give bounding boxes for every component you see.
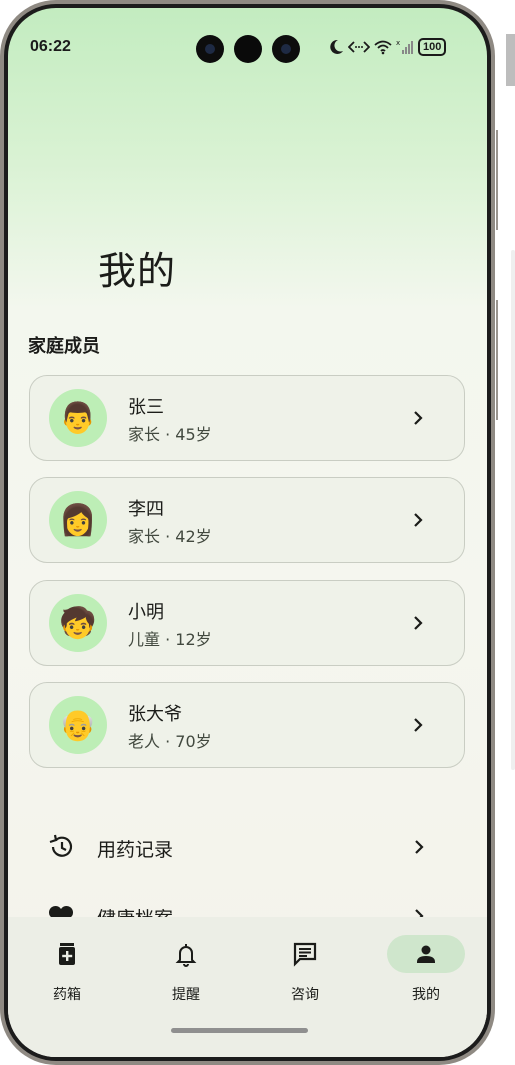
- nav-tab-mine[interactable]: 我的: [387, 932, 467, 1003]
- status-time: 06:22: [30, 38, 71, 55]
- nav-label: 药箱: [53, 987, 81, 1003]
- member-card[interactable]: 👩 李四 家长 · 42岁: [29, 477, 465, 563]
- member-name: 张大爷: [128, 704, 182, 725]
- menu-label: 用药记录: [97, 839, 174, 861]
- family-section-title: 家庭成员: [28, 336, 100, 357]
- sensor-icon: [234, 35, 262, 63]
- camera-icon: [196, 35, 224, 63]
- nav-tab-reminders[interactable]: 提醒: [147, 932, 227, 1003]
- chevron-right-icon: [415, 840, 424, 854]
- member-name: 李四: [128, 499, 164, 520]
- chevron-right-icon: [414, 718, 423, 732]
- app-screen: 06:22 x 100 我的 家庭成员 👨 张三 家长 · 45岁 👩 李四 家…: [8, 8, 487, 1057]
- volume-button: [496, 130, 498, 230]
- status-bar: 06:22 x 100: [8, 8, 487, 68]
- chat-icon: [293, 942, 317, 967]
- camera-icon: [272, 35, 300, 63]
- side-button: [506, 34, 515, 86]
- member-role-age: 儿童 · 12岁: [128, 630, 212, 649]
- medicine-box-icon: [59, 943, 75, 965]
- menu-item-medication-history[interactable]: 用药记录: [29, 819, 465, 875]
- member-role-age: 家长 · 45岁: [128, 425, 212, 444]
- member-role-age: 家长 · 42岁: [128, 527, 212, 546]
- home-indicator[interactable]: [171, 1028, 308, 1033]
- background-edge: [511, 250, 515, 770]
- member-card[interactable]: 👨 张三 家长 · 45岁: [29, 375, 465, 461]
- member-card[interactable]: 👴 张大爷 老人 · 70岁: [29, 682, 465, 768]
- chevron-right-icon: [414, 411, 423, 425]
- battery-indicator: 100: [418, 38, 447, 56]
- member-card[interactable]: 🧒 小明 儿童 · 12岁: [29, 580, 465, 666]
- signal-icon: x: [396, 39, 413, 54]
- old-man-emoji-icon: 👴: [49, 696, 107, 754]
- moon-icon: [330, 39, 343, 54]
- child-emoji-icon: 🧒: [49, 594, 107, 652]
- nav-label: 我的: [412, 987, 440, 1003]
- data-transfer-icon: [348, 41, 370, 53]
- chevron-right-icon: [414, 513, 423, 527]
- wifi-icon: [374, 40, 392, 55]
- chevron-right-icon: [414, 616, 423, 630]
- nav-label: 提醒: [172, 987, 200, 1003]
- member-name: 张三: [128, 397, 164, 418]
- page-title: 我的: [98, 249, 177, 293]
- nav-tab-consult[interactable]: 咨询: [266, 932, 346, 1003]
- history-icon: [49, 834, 73, 857]
- man-emoji-icon: 👨: [49, 389, 107, 447]
- woman-emoji-icon: 👩: [49, 491, 107, 549]
- nav-label: 咨询: [291, 987, 319, 1003]
- member-name: 小明: [128, 602, 164, 623]
- power-button: [496, 300, 498, 420]
- svg-text:x: x: [396, 39, 400, 47]
- person-icon: [417, 945, 435, 963]
- member-role-age: 老人 · 70岁: [128, 732, 212, 751]
- status-icons: x 100: [328, 36, 447, 58]
- bottom-navigation: 药箱 提醒 咨询 我的: [8, 917, 487, 1057]
- bell-icon: [175, 944, 197, 967]
- nav-tab-medicine-box[interactable]: 药箱: [28, 932, 108, 1003]
